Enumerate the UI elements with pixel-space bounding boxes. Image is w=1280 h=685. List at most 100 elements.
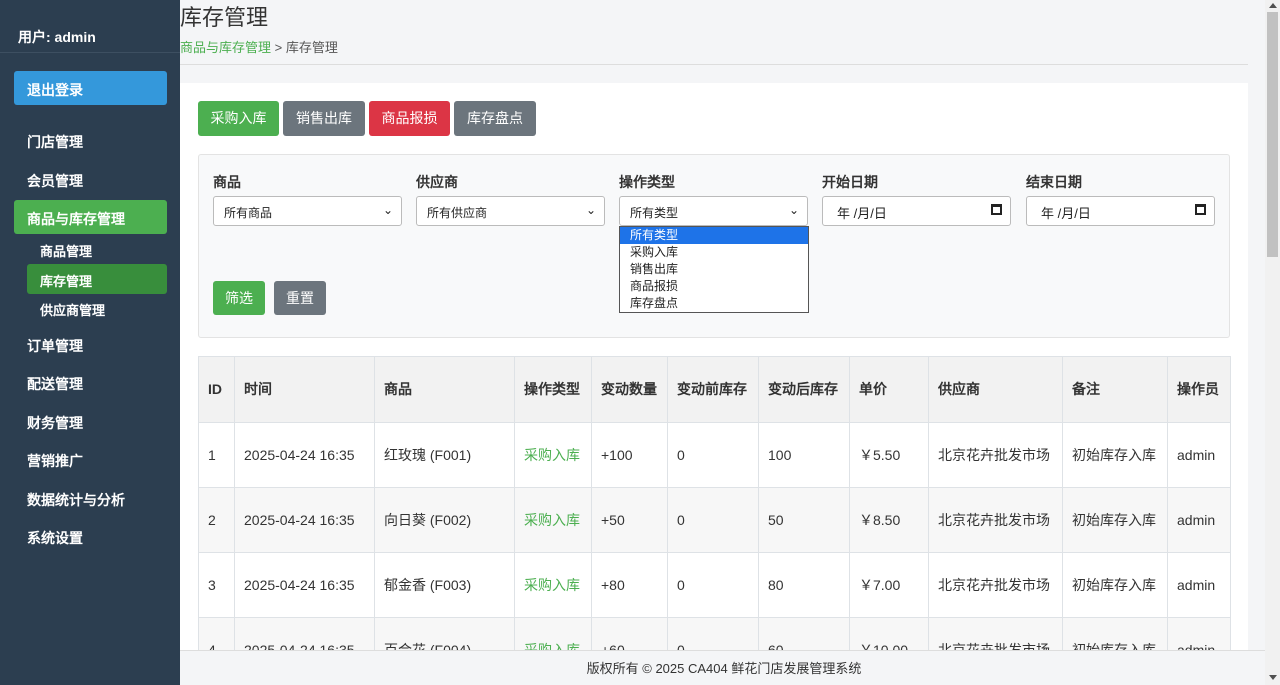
- table-row: 3 2025-04-24 16:35 郁金香 (F003) 采购入库 +80 0…: [198, 552, 1231, 618]
- cell-time: 2025-04-24 16:35: [234, 617, 375, 650]
- reset-button[interactable]: 重置: [274, 281, 326, 315]
- type-option-damage[interactable]: 商品报损: [620, 278, 808, 295]
- sales-out-button[interactable]: 销售出库: [283, 101, 365, 136]
- nav-order-management[interactable]: 订单管理: [14, 327, 167, 361]
- purchase-in-button[interactable]: 采购入库: [198, 101, 279, 136]
- cell-supplier: 北京花卉批发市场: [928, 552, 1063, 618]
- nav-finance-management[interactable]: 财务管理: [14, 404, 167, 438]
- cell-operator: admin: [1167, 487, 1231, 553]
- end-date-input[interactable]: 年 /月/日: [1026, 196, 1215, 226]
- page-title: 库存管理: [180, 5, 269, 30]
- product-select[interactable]: 所有商品 ⌄: [213, 196, 402, 226]
- column-header: 操作类型: [514, 356, 592, 423]
- cell-after: 80: [758, 552, 850, 618]
- table-header-row: ID 时间 商品 操作类型 变动数量 变动前库存 变动后库存 单价 供应商 备注…: [198, 356, 1231, 423]
- cell-after: 100: [758, 422, 850, 488]
- cell-note: 初始库存入库: [1062, 617, 1168, 650]
- cell-id: 4: [198, 617, 235, 650]
- table-row: 1 2025-04-24 16:35 红玫瑰 (F001) 采购入库 +100 …: [198, 422, 1231, 488]
- cell-note: 初始库存入库: [1062, 487, 1168, 553]
- column-header: 时间: [234, 356, 375, 423]
- nav-member-management[interactable]: 会员管理: [14, 162, 167, 196]
- supplier-select-value: 所有供应商: [427, 206, 488, 220]
- cell-operator: admin: [1167, 617, 1231, 650]
- page-scrollbar[interactable]: [1265, 0, 1280, 685]
- calendar-icon[interactable]: [1195, 204, 1206, 215]
- cell-supplier: 北京花卉批发市场: [928, 422, 1063, 488]
- nav-product-inventory[interactable]: 商品与库存管理: [14, 200, 167, 234]
- filter-button[interactable]: 筛选: [213, 281, 265, 315]
- cell-product: 郁金香 (F003): [374, 552, 515, 618]
- cell-price: ￥8.50: [849, 487, 929, 553]
- cell-product: 向日葵 (F002): [374, 487, 515, 553]
- type-option-sales-out[interactable]: 销售出库: [620, 261, 808, 278]
- end-date-value: 年 /月/日: [1041, 206, 1091, 221]
- cell-product: 百合花 (F004): [374, 617, 515, 650]
- chevron-down-icon: ⌄: [585, 203, 596, 217]
- column-header: 变动前库存: [667, 356, 759, 423]
- cell-change: +100: [591, 422, 668, 488]
- column-header: 备注: [1062, 356, 1168, 423]
- current-user: 用户: admin: [0, 0, 180, 53]
- scroll-down-arrow-icon[interactable]: [1269, 675, 1277, 680]
- column-header: 操作员: [1167, 356, 1231, 423]
- type-dropdown-list: 所有类型 采购入库 销售出库 商品报损 库存盘点: [619, 226, 809, 313]
- cell-operator: admin: [1167, 422, 1231, 488]
- scroll-thumb[interactable]: [1267, 12, 1278, 257]
- scroll-up-arrow-icon[interactable]: [1269, 3, 1277, 8]
- stocktake-button[interactable]: 库存盘点: [454, 101, 536, 136]
- cell-time: 2025-04-24 16:35: [234, 552, 375, 618]
- supplier-filter-label: 供应商: [416, 174, 458, 190]
- supplier-select[interactable]: 所有供应商 ⌄: [416, 196, 605, 226]
- breadcrumb: 商品与库存管理 > 库存管理: [180, 37, 338, 56]
- table-row: 4 2025-04-24 16:35 百合花 (F004) 采购入库 +60 0…: [198, 617, 1231, 650]
- column-header: 变动数量: [591, 356, 668, 423]
- filter-panel: 商品 所有商品 ⌄ 供应商 所有供应商 ⌄ 操作类型 所有类型 ⌄ 开始日期 年…: [198, 154, 1230, 338]
- column-header: 单价: [849, 356, 929, 423]
- type-select[interactable]: 所有类型 ⌄: [619, 196, 808, 226]
- cell-id: 1: [198, 422, 235, 488]
- column-header: ID: [198, 356, 235, 423]
- inventory-log-table: ID 时间 商品 操作类型 变动数量 变动前库存 变动后库存 单价 供应商 备注…: [198, 356, 1231, 650]
- nav-statistics[interactable]: 数据统计与分析: [14, 481, 167, 515]
- damage-report-button[interactable]: 商品报损: [369, 101, 450, 136]
- cell-type: 采购入库: [514, 617, 592, 650]
- table-row: 2 2025-04-24 16:35 向日葵 (F002) 采购入库 +50 0…: [198, 487, 1231, 553]
- nav-product-management[interactable]: 商品管理: [27, 234, 167, 264]
- logout-button[interactable]: 退出登录: [14, 71, 167, 105]
- column-header: 供应商: [928, 356, 1063, 423]
- cell-supplier: 北京花卉批发市场: [928, 487, 1063, 553]
- cell-time: 2025-04-24 16:35: [234, 487, 375, 553]
- sidebar: 用户: admin 退出登录 门店管理 会员管理 商品与库存管理 商品管理 库存…: [0, 0, 180, 685]
- page-gutter: [1248, 0, 1265, 650]
- nav-marketing[interactable]: 营销推广: [14, 442, 167, 476]
- cell-change: +50: [591, 487, 668, 553]
- cell-price: ￥5.50: [849, 422, 929, 488]
- cell-before: 0: [667, 552, 759, 618]
- nav-delivery-management[interactable]: 配送管理: [14, 365, 167, 399]
- chevron-down-icon: ⌄: [788, 203, 799, 217]
- type-option-stocktake[interactable]: 库存盘点: [620, 295, 808, 312]
- main-panel: 采购入库 销售出库 商品报损 库存盘点 商品 所有商品 ⌄ 供应商 所有供应商 …: [180, 83, 1248, 650]
- nav-inventory-management[interactable]: 库存管理: [27, 264, 167, 294]
- cell-operator: admin: [1167, 552, 1231, 618]
- cell-type: 采购入库: [514, 552, 592, 618]
- start-date-input[interactable]: 年 /月/日: [822, 196, 1011, 226]
- column-header: 商品: [374, 356, 515, 423]
- type-select-value: 所有类型: [630, 206, 679, 220]
- cell-price: ￥7.00: [849, 552, 929, 618]
- type-option-all[interactable]: 所有类型: [620, 227, 808, 244]
- cell-id: 2: [198, 487, 235, 553]
- cell-after: 60: [758, 617, 850, 650]
- cell-before: 0: [667, 617, 759, 650]
- cell-type: 采购入库: [514, 487, 592, 553]
- cell-price: ￥10.00: [849, 617, 929, 650]
- nav-store-management[interactable]: 门店管理: [14, 123, 167, 157]
- cell-before: 0: [667, 487, 759, 553]
- start-date-value: 年 /月/日: [837, 206, 887, 221]
- nav-system-settings[interactable]: 系统设置: [14, 519, 167, 553]
- breadcrumb-link[interactable]: 商品与库存管理: [180, 40, 271, 55]
- nav-supplier-management[interactable]: 供应商管理: [27, 293, 167, 323]
- calendar-icon[interactable]: [991, 204, 1002, 215]
- type-option-purchase-in[interactable]: 采购入库: [620, 244, 808, 261]
